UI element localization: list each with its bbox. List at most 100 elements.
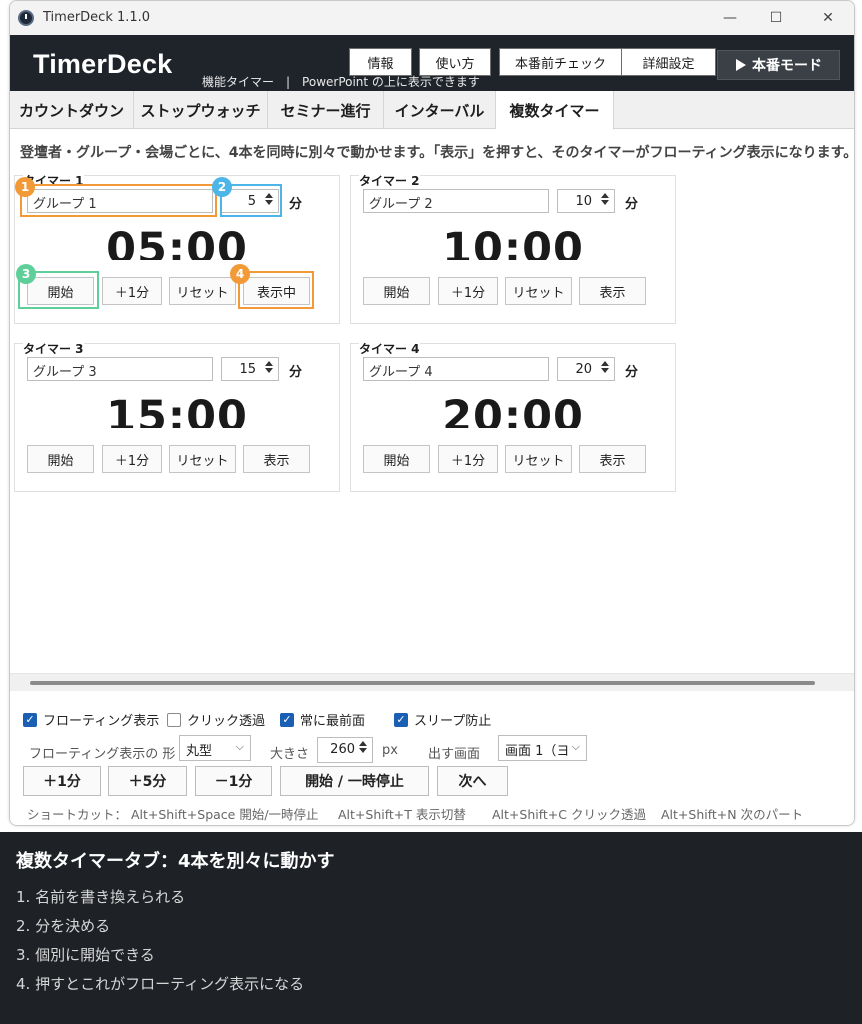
spinner-icon[interactable] bbox=[263, 359, 275, 379]
add-minute-button[interactable]: ＋1分 bbox=[438, 277, 498, 305]
checkbox-checked-icon: ✓ bbox=[280, 712, 294, 727]
next-button[interactable]: 次へ bbox=[437, 766, 508, 796]
timer-name-input[interactable]: グループ 3 bbox=[27, 357, 213, 381]
play-icon bbox=[736, 59, 746, 71]
size-value: 260 bbox=[330, 742, 355, 757]
shape-select[interactable]: 丸型 ⌵ bbox=[179, 735, 251, 761]
time-display-clip: 10:00 bbox=[351, 220, 675, 260]
shortcut-click-through: Alt+Shift+C クリック透過 bbox=[492, 807, 646, 822]
callout-badge-1: 1 bbox=[15, 177, 35, 197]
display-button[interactable]: 表示 bbox=[243, 445, 310, 473]
timer-label: タイマー 3 bbox=[23, 340, 84, 357]
tab-interval[interactable]: インターバル bbox=[384, 91, 496, 129]
how-to-button[interactable]: 使い方 bbox=[419, 48, 491, 76]
timer-name-input[interactable]: グループ 4 bbox=[363, 357, 549, 381]
spinner-icon[interactable] bbox=[599, 359, 611, 379]
minutes-input[interactable]: 15 bbox=[221, 357, 279, 381]
spinner-icon[interactable] bbox=[599, 191, 611, 211]
add-minute-button[interactable]: ＋1分 bbox=[102, 445, 162, 473]
size-input[interactable]: 260 bbox=[317, 737, 373, 763]
timer-name-input[interactable]: グループ 2 bbox=[363, 189, 549, 213]
shortcut-toggle-display: Alt+Shift+T 表示切替 bbox=[338, 807, 466, 822]
minimize-button[interactable]: — bbox=[715, 6, 745, 30]
display-button[interactable]: 表示中 bbox=[243, 277, 310, 305]
tab-description: 登壇者・グループ・会場ごとに、4本を同時に別々で動かせます。「表示」を押すと、そ… bbox=[20, 145, 855, 161]
background-window-edge bbox=[0, 0, 9, 826]
shape-label: フローティング表示の 形 bbox=[29, 747, 176, 762]
callout-badge-3: 3 bbox=[16, 264, 36, 284]
checkbox-unchecked-icon bbox=[167, 712, 181, 727]
size-label: 大きさ bbox=[270, 747, 310, 762]
checkbox-label: 常に最前面 bbox=[300, 714, 366, 729]
minutes-value: 10 bbox=[575, 194, 592, 209]
horizontal-scrollbar[interactable] bbox=[10, 673, 854, 691]
app-clock-icon bbox=[18, 10, 34, 26]
checkbox-label: フローティング表示 bbox=[43, 714, 160, 729]
checkbox-label: クリック透過 bbox=[187, 714, 266, 729]
info-button[interactable]: 情報 bbox=[349, 48, 412, 76]
checkbox-label: スリープ防止 bbox=[414, 714, 492, 729]
caption-item-2: 2. 分を決める bbox=[16, 917, 111, 935]
start-button[interactable]: 開始 bbox=[363, 277, 430, 305]
plus-5-minutes-button[interactable]: ＋5分 bbox=[108, 766, 187, 796]
reset-button[interactable]: リセット bbox=[505, 277, 572, 305]
checkbox-checked-icon: ✓ bbox=[23, 712, 37, 727]
display-button[interactable]: 表示 bbox=[579, 445, 646, 473]
time-display: 15:00 bbox=[106, 392, 248, 428]
window-title: TimerDeck 1.1.0 bbox=[43, 10, 151, 25]
chevron-down-icon: ⌵ bbox=[235, 740, 244, 753]
screen-value: 画面 1（ヨ bbox=[505, 744, 570, 759]
screen-label: 出す画面 bbox=[428, 747, 481, 762]
live-mode-button[interactable]: 本番モード bbox=[717, 50, 840, 80]
click-through-checkbox[interactable]: クリック透過 bbox=[167, 710, 265, 729]
caption-item-3: 3. 個別に開始できる bbox=[16, 946, 155, 964]
title-bar: TimerDeck 1.1.0 — ☐ ✕ bbox=[10, 1, 854, 35]
start-pause-button[interactable]: 開始 / 一時停止 bbox=[280, 766, 429, 796]
preflight-check-button[interactable]: 本番前チェック bbox=[499, 48, 622, 76]
timer-panel-2: タイマー 2 グループ 2 10 分 10:00 開始 ＋1分 リセット 表示 bbox=[350, 172, 676, 324]
display-button[interactable]: 表示 bbox=[579, 277, 646, 305]
shortcut-start-pause: ショートカット： Alt+Shift+Space 開始/一時停止 bbox=[27, 807, 319, 822]
tab-multi-timer[interactable]: 複数タイマー bbox=[496, 91, 614, 130]
tab-stopwatch[interactable]: ストップウォッチ bbox=[134, 91, 268, 129]
add-minute-button[interactable]: ＋1分 bbox=[102, 277, 162, 305]
start-button[interactable]: 開始 bbox=[27, 277, 94, 305]
time-display-clip: 05:00 bbox=[15, 220, 339, 260]
chevron-down-icon: ⌵ bbox=[571, 740, 580, 753]
timer-name-input[interactable]: グループ 1 bbox=[27, 189, 213, 213]
shape-value: 丸型 bbox=[186, 744, 213, 759]
close-button[interactable]: ✕ bbox=[813, 6, 843, 30]
time-display-clip: 15:00 bbox=[15, 388, 339, 428]
plus-1-minute-button[interactable]: ＋1分 bbox=[23, 766, 101, 796]
size-unit: px bbox=[382, 743, 398, 758]
timer-label: タイマー 2 bbox=[359, 172, 420, 189]
scrollbar-thumb[interactable] bbox=[30, 681, 815, 685]
tab-countdown[interactable]: カウントダウン bbox=[10, 91, 134, 129]
reset-button[interactable]: リセット bbox=[169, 445, 236, 473]
callout-badge-4: 4 bbox=[230, 264, 250, 284]
minus-1-minute-button[interactable]: －1分 bbox=[195, 766, 272, 796]
spinner-icon[interactable] bbox=[357, 739, 369, 759]
add-minute-button[interactable]: ＋1分 bbox=[438, 445, 498, 473]
screen-select[interactable]: 画面 1（ヨ ⌵ bbox=[498, 735, 587, 761]
tab-seminar[interactable]: セミナー進行 bbox=[268, 91, 384, 129]
checkbox-checked-icon: ✓ bbox=[394, 712, 408, 727]
caption-item-1: 1. 名前を書き換えられる bbox=[16, 888, 186, 906]
start-button[interactable]: 開始 bbox=[27, 445, 94, 473]
reset-button[interactable]: リセット bbox=[505, 445, 572, 473]
maximize-button[interactable]: ☐ bbox=[761, 6, 791, 30]
minutes-input[interactable]: 20 bbox=[557, 357, 615, 381]
minutes-input[interactable]: 10 bbox=[557, 189, 615, 213]
brand-logo: TimerDeck bbox=[33, 49, 173, 79]
spinner-icon[interactable] bbox=[263, 191, 275, 211]
start-button[interactable]: 開始 bbox=[363, 445, 430, 473]
reset-button[interactable]: リセット bbox=[169, 277, 236, 305]
timer-panel-3: タイマー 3 グループ 3 15 分 15:00 開始 ＋1分 リセット 表示 bbox=[14, 340, 340, 492]
always-on-top-checkbox[interactable]: ✓ 常に最前面 bbox=[280, 710, 365, 729]
minutes-value: 5 bbox=[247, 194, 256, 209]
minutes-unit: 分 bbox=[289, 365, 303, 380]
advanced-settings-button[interactable]: 詳細設定 bbox=[621, 48, 716, 76]
time-display: 05:00 bbox=[106, 224, 248, 260]
prevent-sleep-checkbox[interactable]: ✓ スリープ防止 bbox=[394, 710, 491, 729]
floating-display-checkbox[interactable]: ✓ フローティング表示 bbox=[23, 710, 159, 729]
